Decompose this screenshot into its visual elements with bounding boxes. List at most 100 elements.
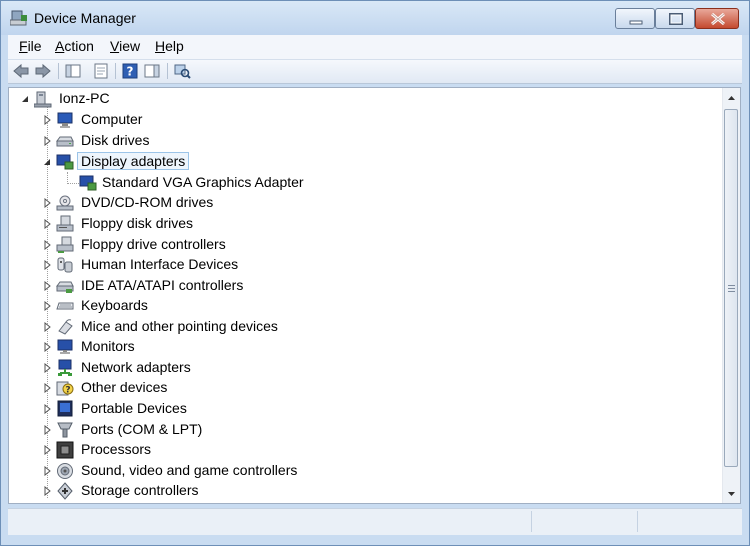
tree-item-label: Disk drives	[81, 132, 150, 148]
tree-item-label: Processors	[81, 441, 152, 457]
tree-item-storage-controllers[interactable]: Storage controllers	[9, 481, 709, 501]
tree-item-standard-vga[interactable]: Standard VGA Graphics Adapter	[9, 173, 709, 193]
device-manager-app-icon	[10, 10, 27, 26]
expand-triangle-icon[interactable]	[42, 425, 52, 435]
tree-item-other-devices[interactable]: ? Other devices	[9, 378, 709, 398]
tree-item-label: DVD/CD-ROM drives	[81, 194, 214, 210]
toolbar-separator	[115, 63, 116, 79]
computer-icon	[34, 91, 52, 108]
tree-item-disk-drives[interactable]: Disk drives	[9, 131, 709, 151]
tree-item-portable-devices[interactable]: Portable Devices	[9, 399, 709, 419]
tree-item-floppy-disk-drives[interactable]: Floppy disk drives	[9, 214, 709, 234]
tree-item-label: Storage controllers	[81, 482, 199, 498]
collapse-triangle-icon[interactable]	[42, 157, 52, 167]
expand-triangle-icon[interactable]	[42, 115, 52, 125]
menu-action-label: ction	[64, 38, 94, 54]
properties-icon[interactable]	[91, 62, 111, 80]
sound-icon	[57, 463, 73, 479]
window-title: Device Manager	[34, 10, 136, 26]
show-hide-console-tree-icon[interactable]	[63, 62, 83, 80]
minimize-button[interactable]	[615, 8, 655, 29]
expand-triangle-icon[interactable]	[42, 136, 52, 146]
status-panel-divider	[531, 511, 532, 532]
tree-item-sound[interactable]: Sound, video and game controllers	[9, 461, 709, 481]
vertical-scrollbar[interactable]	[722, 88, 740, 503]
display-adapter-icon	[56, 154, 74, 170]
expand-triangle-icon[interactable]	[42, 445, 52, 455]
scroll-up-arrow-icon[interactable]	[723, 90, 740, 107]
svg-text:?: ?	[127, 65, 134, 79]
tree-item-ports[interactable]: Ports (COM & LPT)	[9, 420, 709, 440]
monitor-icon	[57, 339, 73, 354]
tree-item-monitors[interactable]: Monitors	[9, 337, 709, 357]
scroll-down-arrow-icon[interactable]	[723, 485, 740, 502]
back-arrow-icon[interactable]	[11, 62, 31, 80]
tree-item-mice[interactable]: Mice and other pointing devices	[9, 317, 709, 337]
close-icon	[711, 12, 725, 26]
svg-text:?: ?	[65, 386, 70, 396]
network-adapter-icon	[58, 359, 72, 376]
tree-item-label: Other devices	[81, 379, 168, 395]
menu-action[interactable]: Action	[55, 38, 94, 54]
menu-action-accel: A	[55, 38, 65, 54]
keyboard-icon	[56, 302, 74, 310]
tree-item-dvd-drives[interactable]: DVD/CD-ROM drives	[9, 193, 709, 213]
computer-icon	[57, 112, 73, 128]
device-tree[interactable]: Ionz-PC Computer Disk drives Display ada…	[8, 87, 741, 504]
expand-triangle-icon[interactable]	[42, 301, 52, 311]
toolbar: ?	[8, 60, 742, 84]
menu-help[interactable]: Help	[155, 38, 184, 54]
expand-triangle-icon[interactable]	[42, 363, 52, 373]
tree-item-network-adapters[interactable]: Network adapters	[9, 358, 709, 378]
tree-item-label: Network adapters	[81, 359, 191, 375]
tree-item-processors[interactable]: Processors	[9, 440, 709, 460]
expand-triangle-icon[interactable]	[42, 486, 52, 496]
scrollbar-thumb[interactable]	[724, 109, 738, 467]
tree-item-label: Floppy disk drives	[81, 215, 194, 231]
tree-item-label: Mice and other pointing devices	[81, 318, 278, 334]
expand-triangle-icon[interactable]	[42, 404, 52, 414]
expand-triangle-icon[interactable]	[42, 198, 52, 208]
tree-item-label: Floppy drive controllers	[81, 236, 226, 252]
collapse-triangle-icon[interactable]	[20, 94, 30, 104]
tree-item-floppy-controllers[interactable]: Floppy drive controllers	[9, 235, 709, 255]
menu-file[interactable]: File	[19, 38, 42, 54]
tree-item-computer[interactable]: Computer	[9, 110, 709, 130]
tree-item-ide-controllers[interactable]: IDE ATA/ATAPI controllers	[9, 276, 709, 296]
scan-hardware-icon[interactable]	[172, 62, 192, 80]
tree-item-label: Standard VGA Graphics Adapter	[102, 174, 304, 190]
tree-item-hid[interactable]: Human Interface Devices	[9, 255, 709, 275]
menu-view[interactable]: View	[110, 38, 140, 54]
expand-triangle-icon[interactable]	[42, 219, 52, 229]
status-panel-divider	[637, 511, 638, 532]
expand-triangle-icon[interactable]	[42, 240, 52, 250]
expand-triangle-icon[interactable]	[42, 322, 52, 332]
tree-item-keyboards[interactable]: Keyboards	[9, 296, 709, 316]
menu-bar: File Action View Help	[8, 35, 742, 60]
menu-view-label: iew	[119, 38, 141, 54]
maximize-button[interactable]	[655, 8, 695, 29]
device-manager-window: Device Manager File Action View Help ? I…	[0, 0, 750, 546]
port-icon	[57, 422, 73, 438]
expand-triangle-icon[interactable]	[42, 342, 52, 352]
maximize-icon	[669, 13, 683, 25]
expand-triangle-icon[interactable]	[42, 260, 52, 270]
tree-item-display-adapters[interactable]: Display adapters	[9, 152, 709, 172]
menu-file-accel: F	[19, 38, 28, 54]
menu-file-label: ile	[27, 38, 42, 54]
expand-triangle-icon[interactable]	[42, 281, 52, 291]
close-button[interactable]	[695, 8, 739, 29]
tree-item-label: Monitors	[81, 338, 135, 354]
title-bar[interactable]: Device Manager	[1, 1, 749, 35]
tree-root[interactable]: Ionz-PC	[9, 89, 709, 109]
forward-arrow-icon[interactable]	[33, 62, 53, 80]
help-icon[interactable]: ?	[120, 62, 140, 80]
other-devices-icon: ?	[56, 381, 74, 396]
status-bar	[8, 508, 742, 535]
tree-item-label: Computer	[81, 111, 143, 127]
tree-item-label: IDE ATA/ATAPI controllers	[81, 277, 244, 293]
action-pane-icon[interactable]	[142, 62, 162, 80]
expand-triangle-icon[interactable]	[42, 466, 52, 476]
mouse-icon	[58, 319, 73, 335]
expand-triangle-icon[interactable]	[42, 383, 52, 393]
